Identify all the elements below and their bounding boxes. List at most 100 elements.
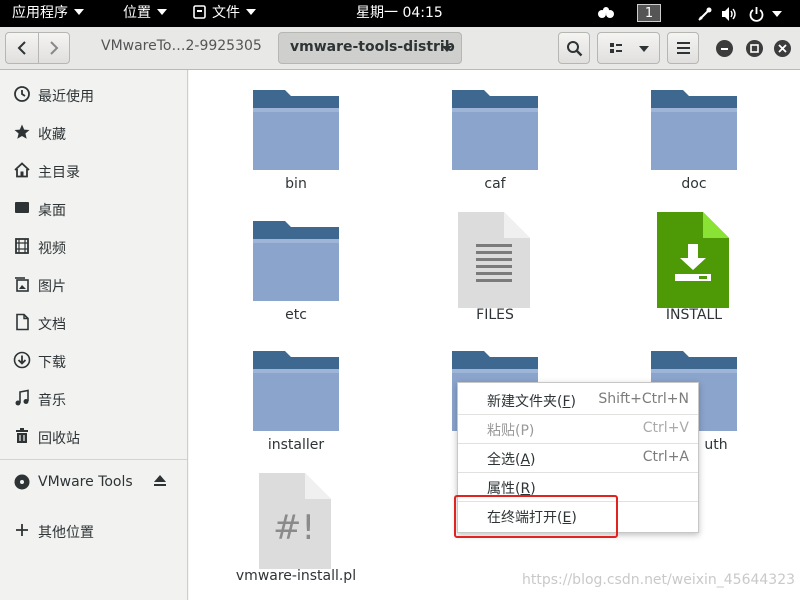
maximize-icon [750, 44, 759, 53]
sidebar-item-label: 图片 [38, 279, 66, 295]
sidebar-item-label: 文档 [38, 317, 66, 333]
file-item-files[interactable]: FILES [410, 201, 580, 326]
sidebar-divider [0, 459, 187, 460]
menu-item-new-folder[interactable]: 新建文件夹(F) Shift+Ctrl+N [458, 385, 698, 414]
sidebar-item-label: 下载 [38, 355, 66, 371]
clock[interactable]: 星期一 04:15 [356, 0, 443, 27]
file-item-etc[interactable]: etc [211, 201, 381, 326]
menu-label-end: ) [530, 452, 536, 468]
sidebar-item-label: 回收站 [38, 431, 80, 447]
menu-item-paste[interactable]: 粘贴(P) Ctrl+V [458, 414, 698, 443]
install-file-icon [657, 212, 729, 308]
file-name: doc [681, 176, 707, 192]
eject-icon[interactable] [153, 474, 167, 487]
annotation-highlight-box [454, 495, 618, 538]
workspace-indicator[interactable]: 1 [637, 4, 661, 22]
folder-icon [253, 90, 339, 170]
view-options-button[interactable] [597, 32, 660, 64]
files-app-menu[interactable]: 文件 [193, 0, 256, 27]
chevron-down-icon [246, 9, 256, 15]
sidebar-item-music[interactable]: 音乐 [0, 378, 187, 416]
file-item-installer[interactable]: installer [211, 331, 381, 456]
forward-icon[interactable] [48, 41, 60, 55]
menu-shortcut: Ctrl+V [642, 420, 689, 436]
file-item-caf[interactable]: caf [410, 70, 580, 195]
music-icon [15, 389, 29, 406]
close-button[interactable] [774, 40, 791, 57]
places-menu[interactable]: 位置 [123, 0, 167, 27]
sidebar-item-downloads[interactable]: 下载 [0, 340, 187, 378]
network-icon[interactable] [697, 6, 713, 22]
file-name: FILES [476, 307, 514, 323]
navigation-buttons [5, 32, 70, 64]
menu-item-label: 全选(A) [487, 449, 536, 469]
desktop-icon [15, 202, 29, 213]
sidebar: 最近使用 收藏 主目录 桌面 视频 图片 文档 下载 音乐 回收站 VMware… [0, 70, 188, 600]
chevron-down-icon[interactable] [772, 11, 782, 17]
file-name: etc [285, 307, 307, 323]
sidebar-item-desktop[interactable]: 桌面 [0, 188, 187, 226]
menu-label-text: 新建文件夹( [487, 394, 563, 410]
menu-item-label: 粘贴(P) [487, 423, 535, 439]
sidebar-item-pictures[interactable]: 图片 [0, 264, 187, 302]
maximize-button[interactable] [746, 40, 763, 57]
menu-mnemonic: F [562, 394, 571, 410]
folder-icon [253, 351, 339, 431]
top-bar: 应用程序 位置 文件 星期一 04:15 1 [0, 0, 800, 27]
sidebar-item-trash[interactable]: 回收站 [0, 416, 187, 454]
folder-icon [651, 90, 737, 170]
hamburger-icon [677, 42, 690, 54]
breadcrumb-current[interactable]: vmware-tools-distrib [278, 32, 462, 64]
menu-shortcut: Ctrl+A [642, 449, 689, 465]
breadcrumb-parent[interactable]: VMwareTo…2-9925305 [101, 38, 262, 54]
text-file-icon [458, 212, 530, 308]
trash-icon [16, 428, 28, 443]
game-controller-icon[interactable] [597, 7, 615, 20]
sidebar-item-home[interactable]: 主目录 [0, 150, 187, 188]
file-item-install[interactable]: INSTALL [609, 201, 779, 326]
files-menu-label: 文件 [212, 5, 240, 21]
sidebar-item-label: 桌面 [38, 203, 66, 219]
file-item-bin[interactable]: bin [211, 70, 381, 195]
star-icon [14, 124, 30, 139]
clock-icon [14, 86, 30, 102]
file-cabinet-icon [193, 5, 206, 19]
watermark: https://blog.csdn.net/weixin_45644323 [522, 572, 796, 588]
back-icon[interactable] [16, 41, 28, 55]
power-icon[interactable] [749, 6, 764, 22]
file-name: installer [267, 437, 325, 453]
file-item-doc[interactable]: doc [609, 70, 779, 195]
sidebar-item-videos[interactable]: 视频 [0, 226, 187, 264]
places-label: 位置 [123, 5, 151, 21]
menu-label-end: ) [570, 394, 576, 410]
disc-icon [14, 474, 30, 490]
menu-item-select-all[interactable]: 全选(A) Ctrl+A [458, 443, 698, 472]
minimize-button[interactable] [716, 40, 733, 57]
sidebar-item-label: 其他位置 [38, 525, 94, 541]
home-icon [14, 162, 30, 178]
sidebar-item-documents[interactable]: 文档 [0, 302, 187, 340]
file-item-vmware-install-pl[interactable]: #! vmware-install.pl [211, 462, 381, 587]
picture-icon [15, 277, 29, 292]
search-icon [567, 41, 583, 57]
plus-icon [16, 524, 28, 536]
sidebar-item-vmware-tools[interactable]: VMware Tools [0, 462, 187, 500]
sidebar-item-recent[interactable]: 最近使用 [0, 74, 187, 112]
sidebar-item-label: 主目录 [38, 165, 80, 181]
document-icon [16, 313, 29, 331]
menu-item-label: 新建文件夹(F) [487, 391, 576, 411]
folder-icon [253, 221, 339, 301]
chevron-down-icon [442, 46, 452, 52]
download-icon [13, 351, 31, 369]
chevron-down-icon [157, 9, 167, 15]
search-button[interactable] [558, 32, 590, 64]
volume-icon[interactable] [721, 6, 738, 22]
applications-menu[interactable]: 应用程序 [12, 0, 84, 27]
sidebar-item-starred[interactable]: 收藏 [0, 112, 187, 150]
menu-label-text: 全选( [487, 452, 521, 468]
file-name: caf [484, 176, 506, 192]
main-menu-button[interactable] [667, 32, 699, 64]
menu-mnemonic: A [520, 452, 531, 468]
svg-text:#!: #! [273, 508, 315, 548]
sidebar-item-other-locations[interactable]: 其他位置 [0, 510, 187, 548]
